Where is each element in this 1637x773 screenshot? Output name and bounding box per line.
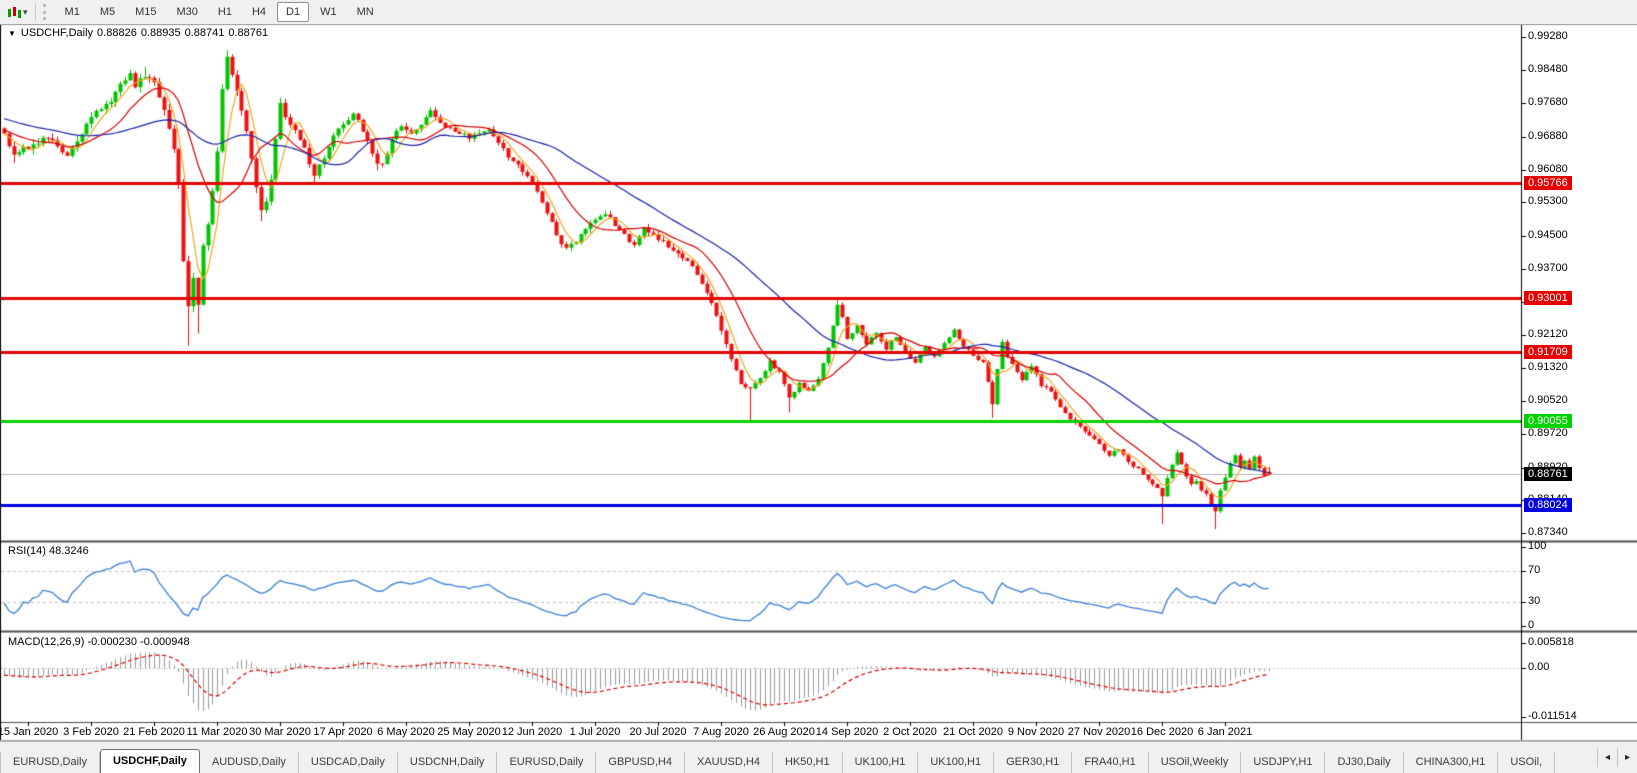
symbol-tab-ger30h1[interactable]: GER30,H1 [994,752,1073,773]
timeframe-button-m1[interactable]: M1 [56,2,89,22]
symbol-tab-usoil[interactable]: USOil, [1498,752,1556,773]
date-axis-label: 21 Oct 2020 [943,726,1003,738]
date-axis-label: 3 Feb 2020 [63,726,119,738]
ohlc-close: 0.88761 [228,27,269,39]
candlestick-chart-icon [7,6,21,19]
ohlc-low: 0.88741 [184,27,225,39]
price-axis-tick: 0.94500 [1528,228,1568,241]
symbol-tab-uk100h1[interactable]: UK100,H1 [843,752,919,773]
toolbar-grip [42,4,51,20]
price-axis-tick: 0.98480 [1528,63,1568,76]
date-axis-label: 7 Aug 2020 [693,726,749,738]
rsi-axis-tick: 100 [1528,540,1547,552]
rsi-value: 48.3246 [48,545,89,557]
date-axis-label: 30 Mar 2020 [249,726,311,738]
symbol-tab-usdchfdaily[interactable]: USDCHF,Daily [99,749,200,773]
timeframe-button-m5[interactable]: M5 [91,2,124,22]
date-axis-label: 12 Jun 2020 [501,726,563,738]
tab-scroll-left-icon[interactable]: ◂ [1596,748,1617,767]
price-axis-tick: 0.91320 [1528,360,1568,373]
timeframe-toolbar: ▾ M1 M5 M15 M30 H1 H4 D1 W1 MN [0,0,1637,25]
tab-scroll-right-icon[interactable]: ▸ [1616,748,1637,767]
price-axis-tick: 0.92120 [1528,327,1568,340]
price-axis-tick: 0.93700 [1528,261,1568,274]
symbol-tab-china300h1[interactable]: CHINA300,H1 [1404,752,1499,773]
rsi-axis-tick: 0 [1528,618,1535,631]
rsi-label: RSI(14) 48.3246 [8,545,89,557]
date-axis-label: 17 Apr 2020 [313,726,373,738]
ohlc-high: 0.88935 [140,27,181,39]
date-axis-label: 6 Jan 2021 [1197,726,1253,738]
date-axis-label: 21 Feb 2020 [123,726,185,738]
date-axis-label: 2 Oct 2020 [883,726,937,738]
price-axis-tick: 0.90520 [1528,394,1568,407]
level-price-label: 0.91709 [1524,344,1572,359]
price-axis-tick: 0.97680 [1528,96,1568,109]
macd-main-value: -0.000230 [87,636,138,648]
date-axis-label: 9 Nov 2020 [1007,726,1065,738]
macd-axis-tick: -0.011514 [1528,710,1577,723]
chart-title: ▼ USDCHF,Daily 0.88826 0.88935 0.88741 0.8876… [8,27,272,39]
symbol-tab-eurusddaily[interactable]: EURUSD,Daily [0,752,100,773]
timeframe-button-m15[interactable]: M15 [126,2,165,22]
chart-symbol: USDCHF,Daily [20,27,94,39]
date-axis-label: 20 Jul 2020 [629,726,687,738]
timeframe-button-w1[interactable]: W1 [311,2,346,22]
rsi-axis-tick: 30 [1528,594,1541,607]
symbol-tab-uk100h1[interactable]: UK100,H1 [918,752,995,773]
tab-scroll-controls: ◂ ▸ [1596,742,1637,773]
date-axis-label: 1 Jul 2020 [569,726,621,738]
symbol-tab-usdcnhdaily[interactable]: USDCNH,Daily [398,752,498,773]
chart-type-button[interactable]: ▾ [3,4,32,21]
timeframe-button-d1[interactable]: D1 [277,2,310,22]
date-axis-label: 15 Jan 2020 [0,726,59,738]
symbol-tabbar: EURUSD,Daily USDCHF,Daily AUDUSD,Daily USDC… [0,741,1637,773]
timeframe-button-h4[interactable]: H4 [243,2,275,22]
chevron-down-icon: ▾ [23,6,28,17]
price-axis-tick: 0.96880 [1528,129,1568,142]
ohlc-open: 0.88826 [97,27,137,39]
trading-terminal: { "toolbar": { "chart_type_icon": "candl… [0,0,1637,773]
date-axis-label: 25 May 2020 [437,726,501,738]
date-axis-label: 27 Nov 2020 [1067,726,1131,738]
timeframe-button-h1[interactable]: H1 [209,2,241,22]
symbol-tab-xauusdh4[interactable]: XAUUSD,H4 [685,752,773,773]
macd-axis-tick: 0.005818 [1528,636,1574,648]
macd-axis-tick: 0.00 [1528,661,1550,673]
symbol-tab-dj30daily[interactable]: DJ30,Daily [1325,752,1404,773]
symbol-tab-hk50h1[interactable]: HK50,H1 [773,752,843,773]
level-price-label: 0.95766 [1524,176,1572,190]
macd-label: MACD(12,26,9) -0.000230 -0.000948 [8,636,190,648]
timeframe-button-m30[interactable]: M30 [168,2,207,22]
symbol-tab-usdjpyh1[interactable]: USDJPY,H1 [1241,752,1326,773]
date-axis-label: 26 Aug 2020 [753,726,815,738]
price-axis-tick: 0.89720 [1528,427,1568,440]
price-axis-tick: 0.87340 [1528,526,1568,539]
level-price-label: 0.88024 [1524,498,1572,513]
date-axis-label: 14 Sep 2020 [815,726,879,738]
symbol-tab-eurusddaily[interactable]: EURUSD,Daily [497,752,597,773]
toolbar-separator [34,3,36,21]
date-axis-label: 11 Mar 2020 [186,726,248,738]
symbol-tab-usoilweekly[interactable]: USOil,Weekly [1149,752,1242,773]
price-axis-tick: 0.95300 [1528,195,1568,208]
date-axis-label: 16 Dec 2020 [1130,726,1194,738]
level-price-label: 0.90055 [1524,413,1572,428]
date-axis-label: 6 May 2020 [377,726,435,738]
chart-canvas[interactable] [0,0,1637,772]
price-axis-tick: 0.99280 [1528,29,1568,42]
level-price-label: 0.93001 [1524,291,1572,306]
title-dropdown-icon[interactable]: ▼ [8,29,16,38]
timeframe-button-mn[interactable]: MN [348,2,383,22]
symbol-tab-usdcaddaily[interactable]: USDCAD,Daily [299,752,398,773]
current-price-label: 0.88761 [1524,467,1572,482]
symbol-tab-fra40h1[interactable]: FRA40,H1 [1072,752,1149,773]
macd-signal-value: -0.000948 [140,636,190,648]
rsi-axis-tick: 70 [1528,563,1541,576]
symbol-tab-gbpusdh4[interactable]: GBPUSD,H4 [596,752,685,773]
symbol-tab-audusddaily[interactable]: AUDUSD,Daily [200,752,299,773]
price-axis-tick: 0.96080 [1528,162,1568,175]
